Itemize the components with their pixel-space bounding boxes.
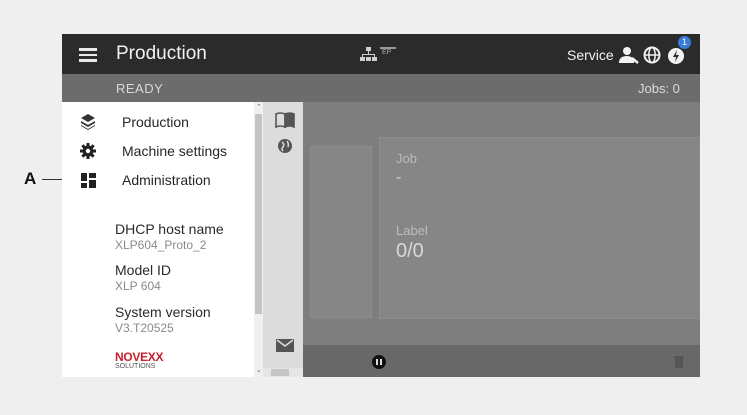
status-bar: READY Jobs: 0 bbox=[62, 74, 700, 102]
job-value: - bbox=[396, 169, 402, 186]
pause-button[interactable] bbox=[372, 355, 386, 369]
logo-subtext: SOLUTIONS bbox=[115, 363, 156, 370]
service-label: Service bbox=[567, 47, 614, 63]
device-screen: Production EP Service 1 READY Jobs: 0 Jo… bbox=[62, 34, 700, 377]
job-panel: Job - Label 0/0 bbox=[379, 137, 700, 319]
drawer-item-label: Administration bbox=[122, 172, 211, 188]
model-id-label: Model ID bbox=[115, 262, 172, 278]
network-icon[interactable] bbox=[360, 46, 400, 67]
gear-icon bbox=[80, 143, 96, 164]
notification-badge: 1 bbox=[678, 36, 691, 49]
network-badge: EP bbox=[382, 49, 392, 56]
drawer-item-administration[interactable]: Administration bbox=[62, 168, 262, 194]
horizontal-scrollbar[interactable] bbox=[263, 368, 303, 377]
dashboard-icon bbox=[81, 173, 96, 193]
drawer-scrollbar[interactable]: ⌃ ⌄ bbox=[254, 102, 263, 377]
scroll-down-arrow-icon[interactable]: ⌄ bbox=[256, 366, 262, 374]
job-label: Job bbox=[396, 151, 417, 166]
machine-state: READY bbox=[116, 81, 164, 96]
dhcp-host-label: DHCP host name bbox=[115, 221, 224, 237]
logo-text: NOVEXX bbox=[115, 350, 164, 364]
page-title: Production bbox=[116, 43, 207, 64]
service-user-icon[interactable] bbox=[619, 46, 639, 69]
dhcp-host-value: XLP604_Proto_2 bbox=[115, 238, 207, 252]
novexx-logo: NOVEXX SOLUTIONS bbox=[115, 350, 164, 370]
jobs-count: Jobs: 0 bbox=[638, 81, 680, 96]
drawer-item-production[interactable]: Production bbox=[62, 110, 262, 136]
scroll-up-arrow-icon[interactable]: ⌃ bbox=[256, 103, 262, 111]
system-version-label: System version bbox=[115, 304, 211, 320]
trash-icon[interactable] bbox=[674, 355, 684, 373]
drawer-item-label: Production bbox=[122, 114, 189, 130]
menu-icon[interactable] bbox=[79, 45, 97, 65]
system-version-value: V3.T20525 bbox=[115, 321, 174, 335]
left-panel bbox=[310, 146, 372, 318]
globe-icon[interactable] bbox=[643, 46, 661, 69]
label-label: Label bbox=[396, 223, 428, 238]
horizontal-scrollbar-thumb[interactable] bbox=[271, 369, 289, 376]
model-id-value: XLP 604 bbox=[115, 279, 161, 293]
mail-icon[interactable] bbox=[276, 339, 294, 357]
label-counter: 0/0 bbox=[396, 240, 424, 262]
drawer-item-label: Machine settings bbox=[122, 143, 228, 159]
top-bar: Production EP Service 1 bbox=[62, 34, 700, 74]
navigation-drawer: Production Machine settings Administrati… bbox=[62, 102, 303, 377]
drawer-icon-strip bbox=[263, 102, 303, 377]
scrollbar-thumb[interactable] bbox=[255, 114, 262, 314]
globe-icon[interactable] bbox=[277, 138, 293, 159]
manual-book-icon[interactable] bbox=[275, 112, 295, 133]
layers-icon bbox=[81, 114, 95, 135]
callout-label-a: A bbox=[24, 169, 37, 188]
drawer-item-machine-settings[interactable]: Machine settings bbox=[62, 139, 262, 165]
